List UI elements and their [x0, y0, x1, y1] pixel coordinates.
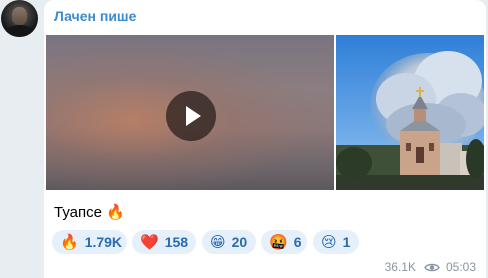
avatar-face: [12, 7, 27, 25]
photo-thumbnail[interactable]: [336, 35, 484, 190]
message-bubble: Лачен пише Туапсе 🔥 🔥 1.79K ❤️ 158 😁 20 …: [44, 0, 486, 278]
church-photo: [336, 35, 484, 190]
reaction-count: 158: [164, 234, 189, 250]
reaction-count: 1.79K: [84, 234, 123, 250]
reaction-count: 20: [231, 234, 248, 250]
video-thumbnail[interactable]: [46, 35, 334, 190]
avatar-body: [5, 25, 34, 37]
play-button[interactable]: [166, 91, 216, 141]
reaction-heart[interactable]: ❤️ 158: [132, 230, 196, 254]
channel-name[interactable]: Лачен пише: [54, 8, 136, 24]
reaction-count: 6: [293, 234, 302, 250]
view-count: 36.1K: [384, 260, 416, 274]
crying-face-icon: 😢: [321, 233, 337, 251]
reaction-grin[interactable]: 😁 20: [202, 230, 256, 254]
message-meta: 36.1K 05:03: [385, 260, 476, 274]
angry-face-icon: 🤬: [269, 233, 288, 251]
fire-icon: 🔥: [60, 233, 79, 251]
message-time: 05:03: [445, 260, 476, 274]
reaction-count: 1: [342, 234, 351, 250]
grin-icon: 😁: [210, 233, 226, 251]
heart-icon: ❤️: [140, 233, 159, 251]
post-caption: Туапсе 🔥: [54, 204, 125, 221]
reaction-fire[interactable]: 🔥 1.79K: [52, 230, 127, 254]
eye-icon: [424, 263, 440, 271]
reaction-sad[interactable]: 😢 1: [313, 230, 359, 254]
channel-avatar[interactable]: [1, 0, 38, 37]
reaction-angry[interactable]: 🤬 6: [261, 230, 307, 254]
